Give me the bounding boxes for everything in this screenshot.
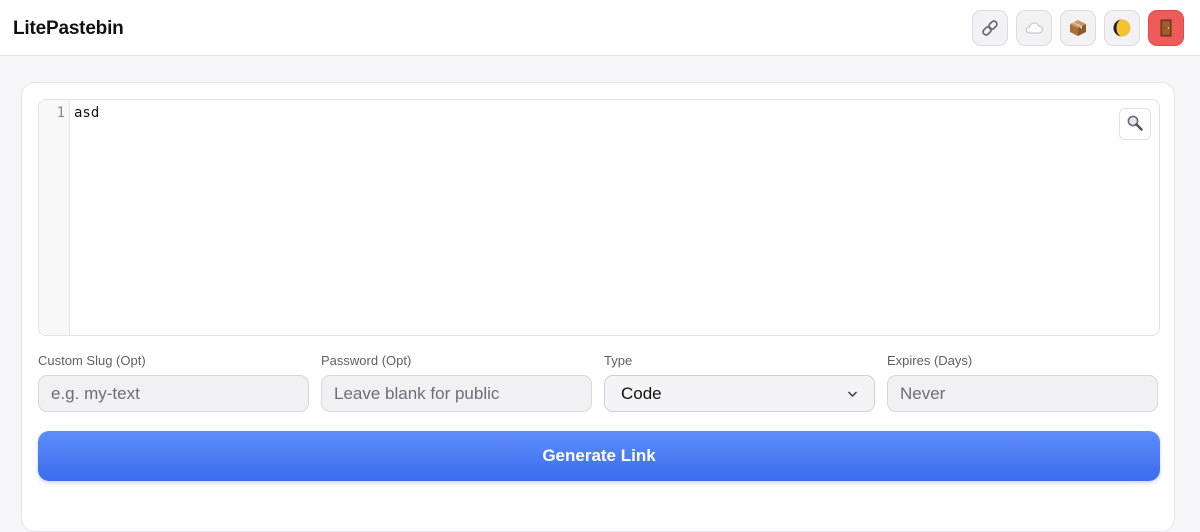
- package-button[interactable]: [1060, 10, 1096, 46]
- generate-link-button[interactable]: Generate Link: [38, 431, 1160, 481]
- theme-toggle-icon: [1112, 18, 1132, 38]
- package-icon: [1068, 18, 1088, 38]
- link-icon: [980, 18, 1000, 38]
- type-select-value: Code: [621, 383, 662, 403]
- theme-toggle-button[interactable]: [1104, 10, 1140, 46]
- expires-field: Expires (Days): [887, 353, 1158, 412]
- slug-input[interactable]: [38, 375, 309, 412]
- search-button[interactable]: [1119, 108, 1151, 140]
- link-button[interactable]: [972, 10, 1008, 46]
- type-select[interactable]: Code: [604, 375, 875, 412]
- slug-field: Custom Slug (Opt): [38, 353, 309, 412]
- password-label: Password (Opt): [321, 353, 412, 368]
- editor-content[interactable]: asd: [74, 105, 99, 121]
- exit-button[interactable]: [1148, 10, 1184, 46]
- slug-label: Custom Slug (Opt): [38, 353, 146, 368]
- paste-card: 1 asd Custom Slug (Opt) Password (Opt) T…: [21, 82, 1175, 532]
- search-icon: [1126, 114, 1144, 135]
- password-input[interactable]: [321, 375, 592, 412]
- header-toolbar: [972, 10, 1184, 46]
- type-label: Type: [604, 353, 633, 368]
- app-title: LitePastebin: [13, 18, 124, 39]
- password-field: Password (Opt): [321, 353, 592, 412]
- app-header: LitePastebin: [0, 0, 1200, 56]
- line-number: 1: [56, 105, 65, 121]
- chevron-down-icon: [847, 385, 858, 403]
- expires-input[interactable]: [887, 375, 1158, 412]
- cloud-icon: [1023, 20, 1045, 36]
- cloud-button[interactable]: [1016, 10, 1052, 46]
- door-icon: [1157, 18, 1175, 38]
- line-number-gutter: 1: [39, 100, 70, 335]
- expires-label: Expires (Days): [887, 353, 973, 368]
- type-field: Type Code: [604, 353, 875, 412]
- code-editor[interactable]: 1 asd: [38, 99, 1160, 336]
